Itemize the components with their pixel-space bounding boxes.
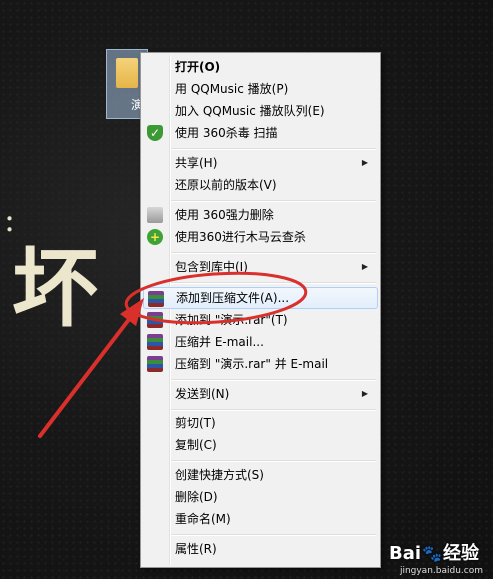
menu-item-label: 压缩到 "演示.rar" 并 E-mail bbox=[175, 357, 329, 371]
menu-item-label: 复制(C) bbox=[175, 438, 217, 452]
menu-item-label: 重命名(M) bbox=[175, 512, 231, 526]
menu-separator bbox=[171, 200, 376, 202]
menu-item-label: 用 QQMusic 播放(P) bbox=[175, 82, 289, 96]
menu-item-qqmusic-queue[interactable]: 加入 QQMusic 播放队列(E) bbox=[143, 100, 376, 122]
paw-icon: 🐾 bbox=[422, 544, 442, 563]
menu-item-label: 使用360进行木马云查杀 bbox=[175, 230, 306, 244]
menu-item-properties[interactable]: 属性(R) bbox=[143, 538, 376, 560]
menu-item-label: 发送到(N) bbox=[175, 387, 230, 401]
submenu-arrow-icon: ▶ bbox=[361, 158, 368, 167]
wallpaper-text-large: 坏 bbox=[12, 239, 98, 339]
shredder-icon bbox=[147, 207, 163, 223]
menu-item-copy[interactable]: 复制(C) bbox=[143, 434, 376, 456]
menu-item-label: 压缩并 E-mail... bbox=[175, 335, 264, 349]
menu-item-label: 属性(R) bbox=[175, 542, 217, 556]
menu-item-360-trojan-scan[interactable]: + 使用360进行木马云查杀 bbox=[143, 226, 376, 248]
context-menu: 打开(O) 用 QQMusic 播放(P) 加入 QQMusic 播放队列(E)… bbox=[140, 52, 381, 568]
menu-item-label: 打开(O) bbox=[175, 60, 221, 74]
menu-separator bbox=[171, 409, 376, 411]
menu-separator bbox=[171, 460, 376, 462]
winrar-icon bbox=[147, 356, 163, 372]
menu-item-360-force-delete[interactable]: 使用 360强力删除 bbox=[143, 204, 376, 226]
winrar-icon bbox=[147, 312, 163, 328]
menu-item-add-to-archive[interactable]: 添加到压缩文件(A)... bbox=[143, 287, 378, 309]
baidu-jingyan-watermark: Bai🐾经验 bbox=[389, 539, 479, 565]
menu-item-label: 创建快捷方式(S) bbox=[175, 468, 264, 482]
menu-item-label: 剪切(T) bbox=[175, 416, 216, 430]
shield-icon: ✓ bbox=[147, 125, 163, 141]
menu-item-share[interactable]: 共享(H) ▶ bbox=[143, 152, 376, 174]
watermark-url: jingyan.baidu.com bbox=[399, 566, 483, 576]
menu-item-restore-versions[interactable]: 还原以前的版本(V) bbox=[143, 174, 376, 196]
menu-item-open[interactable]: 打开(O) bbox=[143, 56, 376, 78]
menu-item-cut[interactable]: 剪切(T) bbox=[143, 412, 376, 434]
menu-item-send-to[interactable]: 发送到(N) ▶ bbox=[143, 383, 376, 405]
menu-item-label: 删除(D) bbox=[175, 490, 218, 504]
menu-item-label: 添加到 "演示.rar"(T) bbox=[175, 313, 288, 327]
watermark-brand-b: 经验 bbox=[443, 543, 479, 564]
wallpaper-text-colon: ： bbox=[4, 212, 27, 237]
menu-item-label: 包含到库中(I) bbox=[175, 260, 248, 274]
menu-item-label: 使用 360杀毒 扫描 bbox=[175, 126, 278, 140]
folder-icon bbox=[116, 58, 138, 88]
menu-separator bbox=[171, 148, 376, 150]
menu-separator bbox=[171, 534, 376, 536]
submenu-arrow-icon: ▶ bbox=[361, 262, 368, 271]
menu-separator bbox=[171, 282, 376, 284]
menu-item-create-shortcut[interactable]: 创建快捷方式(S) bbox=[143, 464, 376, 486]
menu-item-add-to-rar[interactable]: 添加到 "演示.rar"(T) bbox=[143, 309, 376, 331]
menu-item-label: 添加到压缩文件(A)... bbox=[176, 291, 290, 305]
watermark-brand-a: Bai bbox=[389, 543, 422, 564]
menu-item-360-scan[interactable]: ✓ 使用 360杀毒 扫描 bbox=[143, 122, 376, 144]
menu-item-compress-rar-email[interactable]: 压缩到 "演示.rar" 并 E-mail bbox=[143, 353, 376, 375]
menu-item-qqmusic-play[interactable]: 用 QQMusic 播放(P) bbox=[143, 78, 376, 100]
winrar-icon bbox=[147, 334, 163, 350]
menu-item-compress-email[interactable]: 压缩并 E-mail... bbox=[143, 331, 376, 353]
submenu-arrow-icon: ▶ bbox=[361, 389, 368, 398]
menu-item-include-library[interactable]: 包含到库中(I) ▶ bbox=[143, 256, 376, 278]
menu-separator bbox=[171, 379, 376, 381]
menu-item-label: 加入 QQMusic 播放队列(E) bbox=[175, 104, 325, 118]
menu-item-label: 还原以前的版本(V) bbox=[175, 178, 277, 192]
menu-item-rename[interactable]: 重命名(M) bbox=[143, 508, 376, 530]
winrar-icon bbox=[148, 291, 164, 307]
menu-separator bbox=[171, 252, 376, 254]
menu-item-delete[interactable]: 删除(D) bbox=[143, 486, 376, 508]
menu-item-label: 使用 360强力删除 bbox=[175, 208, 274, 222]
trojan-scan-icon: + bbox=[147, 229, 163, 245]
menu-item-label: 共享(H) bbox=[175, 156, 218, 170]
